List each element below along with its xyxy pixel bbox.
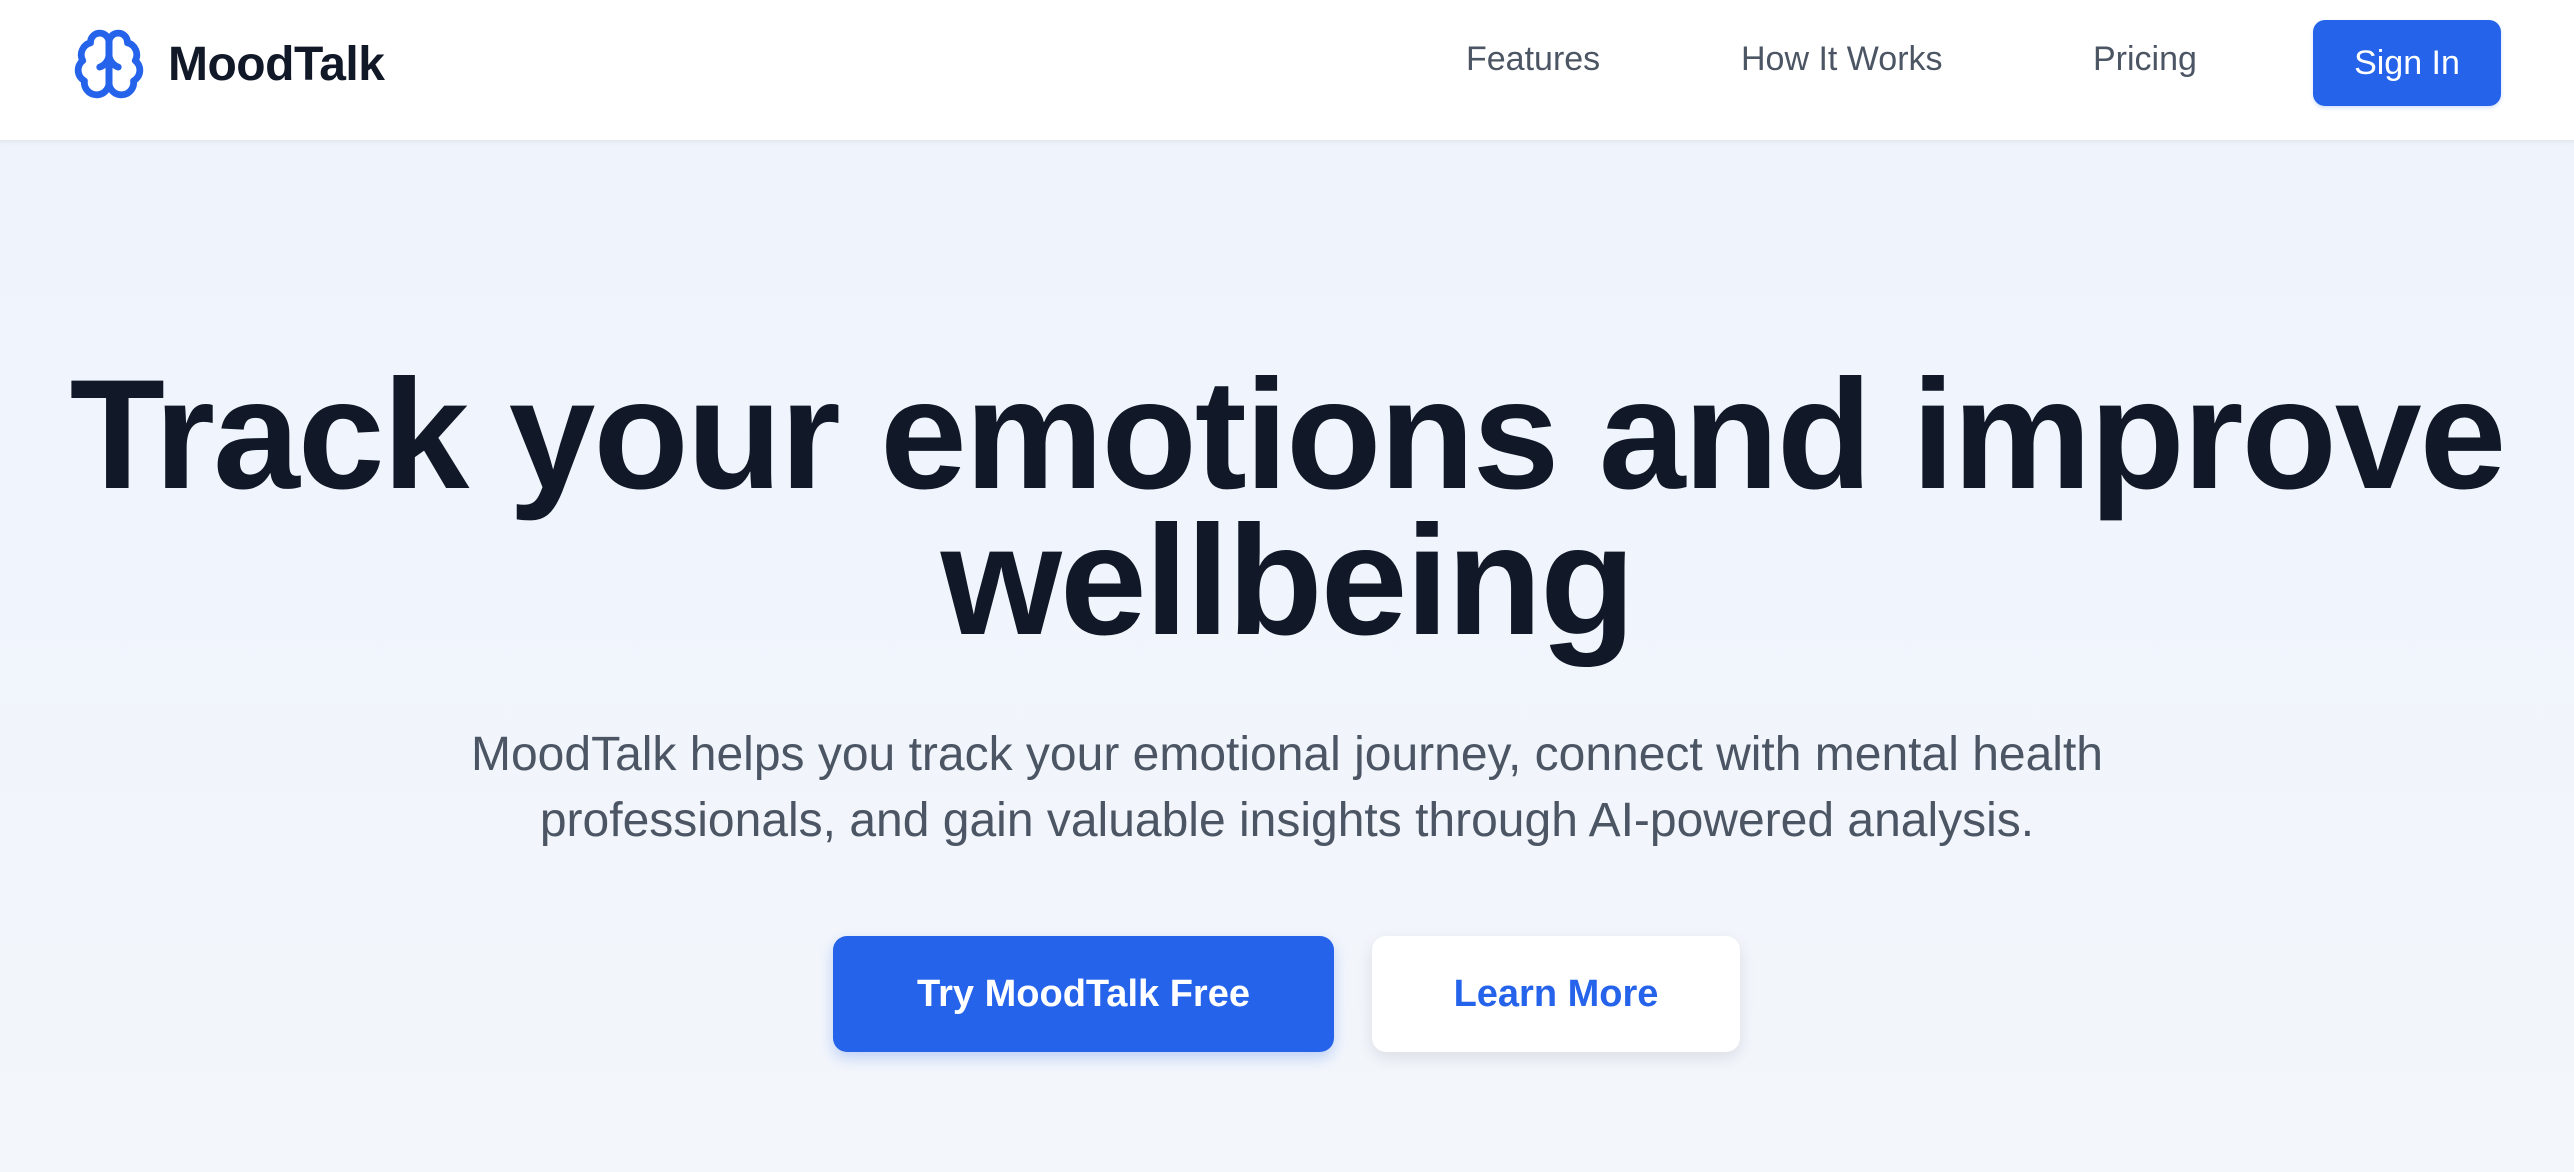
brand-logo[interactable]: MoodTalk [72, 26, 385, 102]
hero-title: Track your emotions and improve wellbein… [0, 348, 2574, 668]
nav-link-features[interactable]: Features [1466, 40, 1600, 79]
hero-title-line-2: wellbeing [940, 494, 1636, 668]
learn-more-button[interactable]: Learn More [1372, 936, 1740, 1052]
hero-subtitle: MoodTalk helps you track your emotional … [300, 722, 2274, 854]
landing-page: MoodTalk Features How It Works Pricing S… [0, 0, 2574, 1172]
brand-name: MoodTalk [168, 37, 385, 91]
hero-subtitle-line-2: professionals, and gain valuable insight… [539, 794, 2035, 847]
nav-link-how-it-works[interactable]: How It Works [1741, 40, 1943, 79]
hero-title-line-1: Track your emotions and improve [69, 348, 2507, 522]
top-navbar: MoodTalk Features How It Works Pricing S… [0, 0, 2574, 142]
nav-link-pricing[interactable]: Pricing [2093, 40, 2197, 79]
brain-icon [72, 27, 146, 101]
sign-in-button[interactable]: Sign In [2313, 20, 2501, 106]
try-free-button[interactable]: Try MoodTalk Free [833, 936, 1334, 1052]
hero-subtitle-line-1: MoodTalk helps you track your emotional … [471, 728, 2103, 781]
